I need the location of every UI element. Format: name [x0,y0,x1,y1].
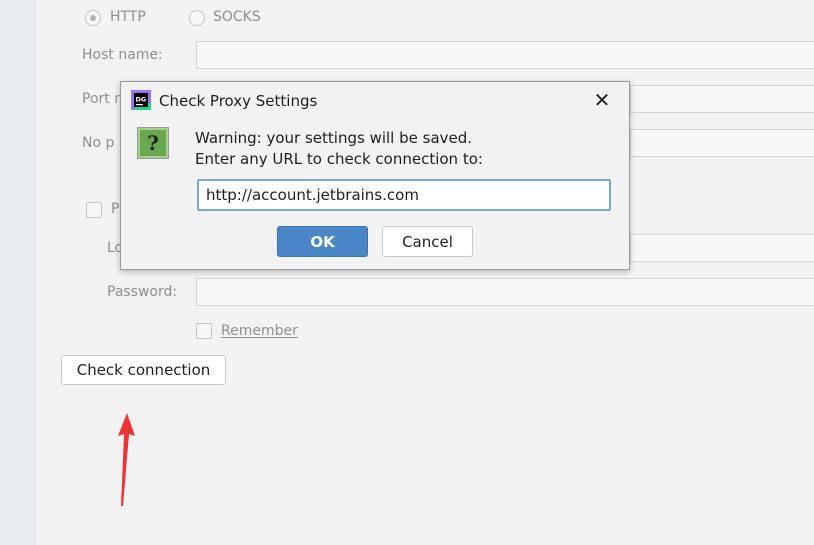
close-icon[interactable]: ✕ [591,89,613,111]
host-name-label: Host name: [82,47,163,63]
http-radio[interactable] [85,10,101,26]
ok-button[interactable]: OK [277,226,368,257]
question-glyph: ? [147,131,159,155]
remember-checkbox[interactable] [196,323,212,339]
left-strip [0,0,36,545]
socks-label: SOCKS [213,9,261,25]
proxy-auth-checkbox[interactable] [86,202,102,218]
annotation-arrow-icon [118,413,135,506]
socks-radio[interactable] [189,10,205,26]
proxy-auth-label: P [111,201,120,217]
no-proxy-label: No p [82,135,115,151]
dialog-message-line2: Enter any URL to check connection to: [195,150,483,168]
password-label: Password: [107,284,178,300]
remember-label: Remember [221,323,298,339]
app-icon-text: DG [136,96,147,104]
cancel-button[interactable]: Cancel [382,226,473,257]
question-icon: ? [137,127,169,159]
password-field[interactable] [196,278,814,306]
http-label: HTTP [110,9,146,25]
datagrip-app-icon: DG [131,90,151,110]
login-field[interactable] [630,234,814,262]
no-proxy-field[interactable] [630,129,814,157]
check-connection-button[interactable]: Check connection [61,355,226,385]
host-name-field[interactable] [196,41,814,69]
port-field[interactable] [630,85,814,113]
url-input[interactable] [197,179,611,211]
dialog-message-line1: Warning: your settings will be saved. [195,129,473,147]
dialog-title: Check Proxy Settings [159,92,318,110]
port-label: Port n [82,91,124,107]
check-proxy-dialog: DG Check Proxy Settings ✕ ? Warning: you… [120,81,630,270]
